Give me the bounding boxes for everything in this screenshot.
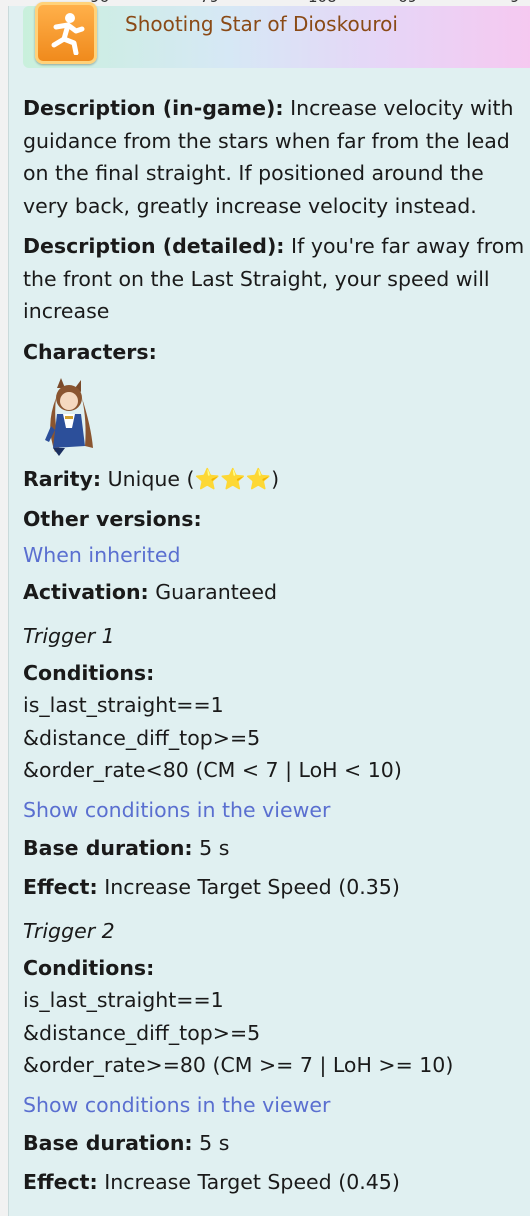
- skill-header: Shooting Star of Dioskouroi: [23, 2, 530, 68]
- condition-line: &distance_diff_top>=5: [23, 1020, 261, 1045]
- skill-card: Shooting Star of Dioskouroi Description …: [8, 2, 530, 1216]
- rarity-close: ): [271, 467, 280, 491]
- condition-line: is_last_straight==1: [23, 988, 224, 1012]
- rarity-label: Rarity:: [23, 467, 102, 491]
- description-ingame-label: Description (in-game):: [23, 96, 284, 120]
- other-versions-label-row: Other versions:: [23, 503, 528, 536]
- characters-label: Characters:: [23, 339, 157, 364]
- trigger-title: Trigger 2: [23, 919, 115, 943]
- effect-value: Increase Target Speed (0.35): [104, 874, 400, 899]
- show-conditions-link[interactable]: Show conditions in the viewer: [23, 794, 528, 827]
- condition-line: &order_rate<80 (CM < 7 | LoH < 10): [23, 758, 402, 782]
- base-duration-row: Base duration: 5 s: [23, 832, 528, 865]
- base-duration-row: Base duration: 5 s: [23, 1127, 528, 1160]
- base-duration-value: 5 s: [199, 1131, 230, 1155]
- description-detailed-label: Description (detailed):: [23, 234, 285, 258]
- description-ingame: Description (in-game): Increase velocity…: [23, 92, 528, 222]
- condition-line: &order_rate>=80 (CM >= 7 | LoH >= 10): [23, 1053, 454, 1077]
- skill-title: Shooting Star of Dioskouroi: [125, 12, 398, 36]
- rarity-stars: ⭐⭐⭐: [194, 467, 272, 491]
- effect-row: Effect: Increase Target Speed (0.35): [23, 871, 528, 904]
- condition-line: &distance_diff_top>=5: [23, 725, 261, 750]
- trigger-1: Trigger 1 Conditions: is_last_straight==…: [23, 620, 528, 903]
- trigger-title: Trigger 1: [23, 624, 115, 648]
- activation-row: Activation: Guaranteed: [23, 576, 528, 609]
- description-detailed: Description (detailed): If you're far aw…: [23, 230, 528, 328]
- show-conditions-link[interactable]: Show conditions in the viewer: [23, 1089, 528, 1122]
- effect-row: Effect: Increase Target Speed (0.45): [23, 1166, 528, 1199]
- activation-value: Guaranteed: [155, 579, 277, 604]
- effect-label: Effect:: [23, 874, 98, 899]
- effect-label: Effect:: [23, 1169, 98, 1194]
- effect-value: Increase Target Speed (0.45): [104, 1169, 400, 1194]
- condition-line: is_last_straight==1: [23, 693, 224, 717]
- rarity-row: Rarity: Unique (⭐⭐⭐): [23, 463, 528, 496]
- base-duration-label: Base duration:: [23, 1131, 193, 1155]
- conditions-label: Conditions:: [23, 660, 155, 685]
- characters-section: Characters:: [23, 336, 528, 456]
- skill-details: Description (in-game): Increase velocity…: [23, 92, 528, 1198]
- running-figure-icon: [35, 2, 97, 64]
- base-duration-value: 5 s: [199, 836, 230, 860]
- horse-girl-avatar[interactable]: [39, 376, 99, 456]
- other-versions-label: Other versions:: [23, 506, 202, 531]
- when-inherited-link[interactable]: When inherited: [23, 539, 528, 572]
- trigger-2: Trigger 2 Conditions: is_last_straight==…: [23, 915, 528, 1198]
- conditions-label: Conditions:: [23, 955, 155, 980]
- rarity-value: Unique (: [107, 467, 195, 491]
- base-duration-label: Base duration:: [23, 836, 193, 860]
- activation-label: Activation:: [23, 579, 149, 604]
